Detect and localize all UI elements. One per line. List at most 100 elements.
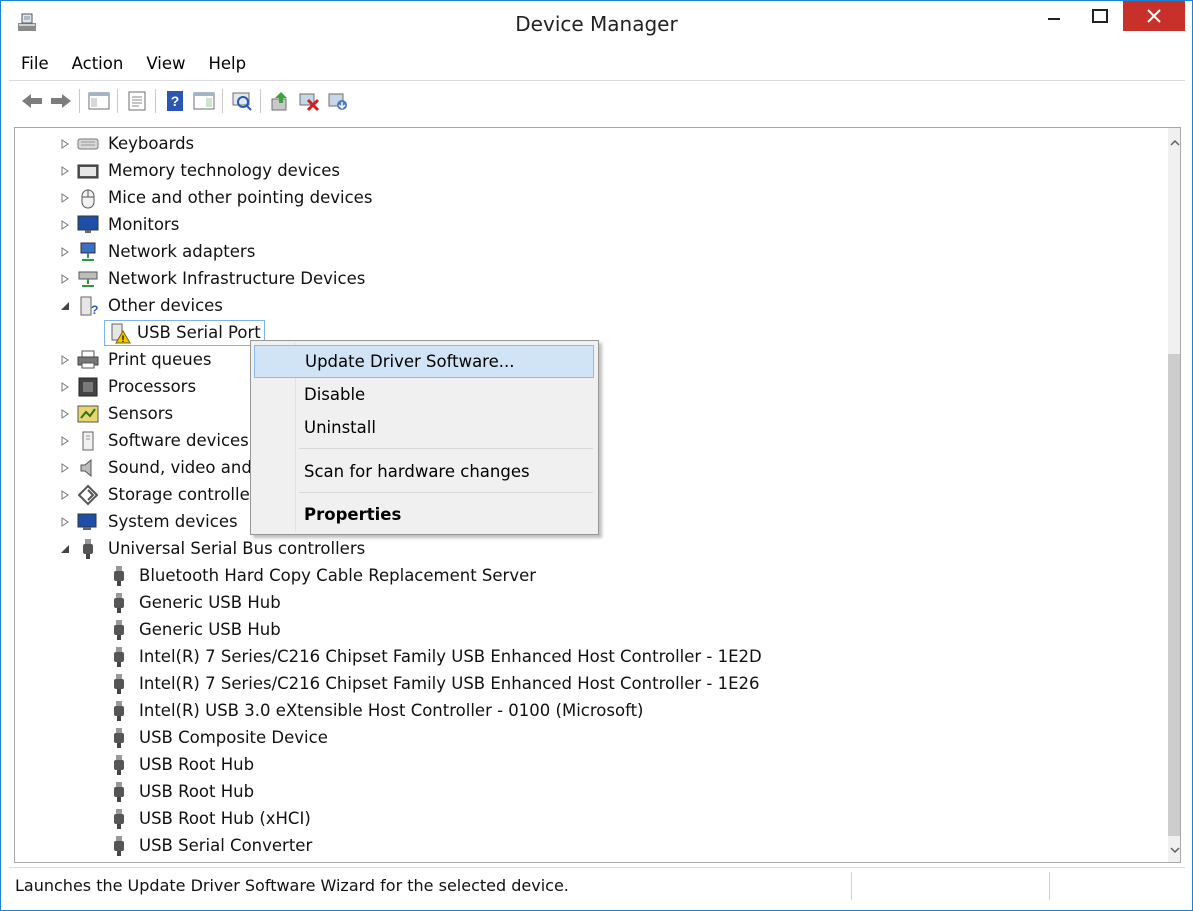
- back-button[interactable]: [17, 87, 46, 115]
- tree-node-sensors[interactable]: Sensors: [15, 400, 176, 427]
- tree-node-other-devices[interactable]: ? Other devices: [15, 292, 226, 319]
- tree-node-usb-device[interactable]: Generic USB Hub: [108, 616, 284, 643]
- scroll-down-button[interactable]: [1168, 840, 1180, 860]
- uninstall-device-button[interactable]: [323, 87, 352, 115]
- context-menu-uninstall[interactable]: Uninstall: [254, 411, 594, 444]
- tree-node-usb-controllers[interactable]: Universal Serial Bus controllers: [15, 535, 368, 562]
- minimize-button[interactable]: [1031, 1, 1077, 31]
- action-pane-icon: [193, 92, 214, 109]
- menu-file[interactable]: File: [9, 49, 60, 79]
- tree-node-software-devices[interactable]: Software devices: [15, 427, 252, 454]
- scrollbar-thumb[interactable]: [1168, 354, 1180, 836]
- scan-hardware-button[interactable]: [227, 87, 256, 115]
- help-button[interactable]: ?: [160, 87, 189, 115]
- tree-node-usb-device[interactable]: Intel(R) USB 3.0 eXtensible Host Control…: [108, 697, 647, 724]
- tree-node-label: Universal Serial Bus controllers: [108, 539, 366, 558]
- tree-node-label: USB Serial Port: [137, 323, 261, 342]
- tree-node-monitors[interactable]: Monitors: [15, 211, 182, 238]
- printer-icon: [77, 349, 99, 371]
- context-menu-scan-hardware[interactable]: Scan for hardware changes: [254, 455, 594, 488]
- tree-node-keyboards[interactable]: Keyboards: [15, 130, 197, 157]
- tree-node-mice[interactable]: Mice and other pointing devices: [15, 184, 375, 211]
- tree-node-usb-device[interactable]: Bluetooth Hard Copy Cable Replacement Se…: [108, 562, 539, 589]
- context-menu-update-driver[interactable]: Update Driver Software...: [254, 345, 594, 378]
- status-divider: [851, 872, 852, 900]
- tree-node-sound-video[interactable]: Sound, video and: [15, 454, 255, 481]
- tree-node-usb-device[interactable]: Intel(R) 7 Series/C216 Chipset Family US…: [108, 643, 765, 670]
- status-divider: [1049, 872, 1050, 900]
- expand-arrow-icon[interactable]: [59, 246, 71, 258]
- context-menu-disable[interactable]: Disable: [254, 378, 594, 411]
- tree-node-usb-device[interactable]: Generic USB Hub: [108, 589, 284, 616]
- tree-node-usb-device[interactable]: Intel(R) 7 Series/C216 Chipset Family US…: [108, 670, 763, 697]
- help-icon: ?: [166, 90, 183, 111]
- scroll-up-button[interactable]: [1168, 132, 1180, 152]
- chevron-down-icon: [1169, 846, 1180, 853]
- expand-arrow-icon[interactable]: [59, 462, 71, 474]
- expand-arrow-icon[interactable]: [59, 219, 71, 231]
- tree-node-storage-controllers[interactable]: Storage controller: [15, 481, 260, 508]
- tree-node-system-devices[interactable]: System devices: [15, 508, 241, 535]
- forward-button[interactable]: [46, 87, 75, 115]
- tree-node-network-adapters[interactable]: Network adapters: [15, 238, 258, 265]
- tree-node-label: Intel(R) 7 Series/C216 Chipset Family US…: [139, 674, 760, 693]
- tree-node-label: Processors: [108, 377, 197, 396]
- expand-arrow-icon[interactable]: [59, 192, 71, 204]
- collapse-arrow-icon[interactable]: [59, 300, 71, 312]
- menu-view[interactable]: View: [134, 49, 196, 79]
- keyboard-icon: [77, 133, 99, 155]
- usb-plug-icon: [77, 538, 99, 560]
- expand-arrow-icon[interactable]: [59, 381, 71, 393]
- tree-node-label: Keyboards: [108, 134, 195, 153]
- tree-node-memory-technology-devices[interactable]: Memory technology devices: [15, 157, 343, 184]
- device-manager-window: Device Manager File Action View Help ? K…: [0, 0, 1193, 911]
- expand-arrow-icon[interactable]: [59, 354, 71, 366]
- maximize-button[interactable]: [1077, 1, 1123, 31]
- properties-button[interactable]: [122, 87, 151, 115]
- close-button[interactable]: [1123, 1, 1185, 31]
- expand-arrow-icon[interactable]: [59, 435, 71, 447]
- collapse-arrow-icon[interactable]: [59, 543, 71, 555]
- tree-node-label: Network Infrastructure Devices: [108, 269, 366, 288]
- action-pane-button[interactable]: [189, 87, 218, 115]
- menu-bar: File Action View Help: [9, 49, 1185, 79]
- status-bar: Launches the Update Driver Software Wiza…: [9, 867, 1185, 902]
- menu-action[interactable]: Action: [60, 49, 135, 79]
- context-menu-separator: [299, 492, 593, 493]
- vertical-scrollbar[interactable]: [1168, 128, 1180, 862]
- title-bar: Device Manager: [1, 1, 1192, 49]
- context-menu-properties[interactable]: Properties: [254, 498, 594, 531]
- toolbar-separator: [117, 88, 118, 113]
- update-driver-icon: [271, 91, 287, 110]
- update-driver-button[interactable]: [265, 87, 294, 115]
- unknown-device-icon: ?: [77, 295, 99, 317]
- usb-plug-icon: [108, 835, 130, 857]
- status-text: Launches the Update Driver Software Wiza…: [15, 876, 569, 895]
- expand-arrow-icon[interactable]: [59, 138, 71, 150]
- context-menu-separator: [299, 448, 593, 449]
- expand-arrow-icon[interactable]: [59, 516, 71, 528]
- menu-help[interactable]: Help: [196, 49, 257, 79]
- tree-node-usb-device[interactable]: USB Root Hub (xHCI): [108, 805, 314, 832]
- usb-plug-icon: [108, 781, 130, 803]
- maximize-icon: [1092, 9, 1108, 23]
- expand-arrow-icon[interactable]: [59, 408, 71, 420]
- expand-arrow-icon[interactable]: [59, 489, 71, 501]
- svg-text:!: !: [122, 334, 125, 344]
- disable-device-button[interactable]: [294, 87, 323, 115]
- context-menu: Update Driver Software... Disable Uninst…: [250, 340, 599, 535]
- tree-node-print-queues[interactable]: Print queues: [15, 346, 215, 373]
- usb-plug-icon: [108, 727, 130, 749]
- tree-node-usb-device[interactable]: USB Root Hub: [108, 751, 257, 778]
- usb-plug-icon: [108, 565, 130, 587]
- tree-node-network-infrastructure-devices[interactable]: Network Infrastructure Devices: [15, 265, 368, 292]
- tree-node-usb-serial-port[interactable]: ! USB Serial Port: [104, 319, 265, 346]
- expand-arrow-icon[interactable]: [59, 165, 71, 177]
- tree-node-processors[interactable]: Processors: [15, 373, 199, 400]
- show-hide-console-tree-button[interactable]: [84, 87, 113, 115]
- network-infrastructure-icon: [77, 268, 99, 290]
- tree-node-usb-device[interactable]: USB Root Hub: [108, 778, 257, 805]
- tree-node-usb-device[interactable]: USB Composite Device: [108, 724, 331, 751]
- expand-arrow-icon[interactable]: [59, 273, 71, 285]
- tree-node-usb-device[interactable]: USB Serial Converter: [108, 832, 315, 859]
